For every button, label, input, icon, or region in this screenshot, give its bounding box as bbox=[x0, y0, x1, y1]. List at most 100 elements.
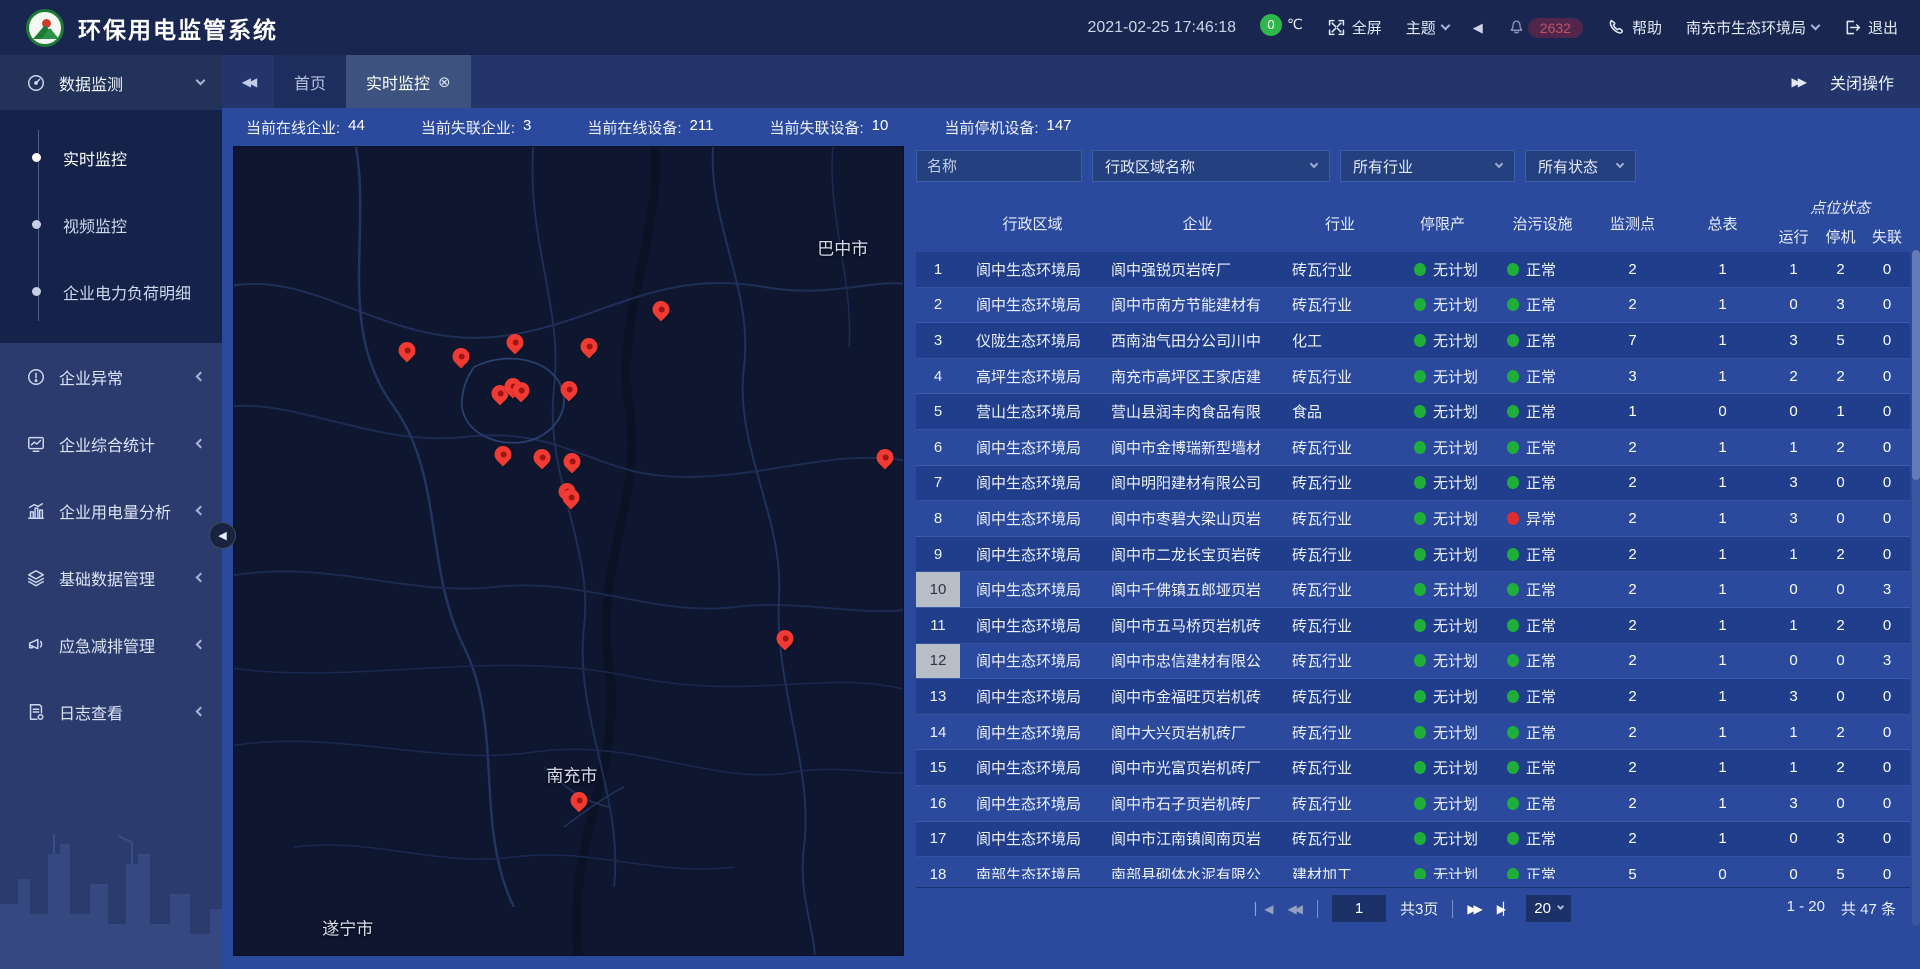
sidebar-item-base-data-management[interactable]: 基础数据管理 bbox=[0, 544, 222, 611]
map-pin-icon[interactable] bbox=[776, 630, 793, 647]
org-dropdown[interactable]: 南充市生态环境局 bbox=[1686, 17, 1819, 38]
map-pin-icon[interactable] bbox=[513, 382, 530, 399]
table-row[interactable]: 11 阆中生态环境局 阆中市五马桥页岩机砖 砖瓦行业 无计划 正常 bbox=[916, 608, 1910, 644]
map-pin-icon[interactable] bbox=[563, 453, 580, 470]
cell-limit: 无计划 bbox=[1390, 394, 1495, 429]
table-row[interactable]: 6 阆中生态环境局 阆中市金博瑞新型墙材 砖瓦行业 无计划 正常 bbox=[916, 430, 1910, 466]
cell-meters: 1 bbox=[1675, 430, 1770, 465]
map-panel[interactable]: 巴中市 南充市 遂宁市 bbox=[233, 146, 904, 956]
status-dot-icon bbox=[1414, 441, 1426, 454]
help-button[interactable]: 帮助 bbox=[1607, 17, 1662, 38]
cell-stop: 1 bbox=[1817, 394, 1864, 429]
cell-stop: 2 bbox=[1817, 537, 1864, 572]
org-name: 南充市生态环境局 bbox=[1686, 17, 1806, 38]
chevron-left-icon bbox=[196, 707, 206, 717]
next-page-button[interactable]: ▶▶ bbox=[1467, 902, 1482, 916]
cell-meters: 1 bbox=[1675, 466, 1770, 501]
table-row[interactable]: 8 阆中生态环境局 阆中市枣碧大梁山页岩 砖瓦行业 无计划 异常 bbox=[916, 501, 1910, 537]
table-row[interactable]: 12 阆中生态环境局 阆中市忠信建材有限公 砖瓦行业 无计划 正常 bbox=[916, 644, 1910, 680]
map-pin-icon[interactable] bbox=[653, 301, 670, 318]
page-number-input[interactable]: 1 bbox=[1332, 895, 1386, 922]
map-pin-icon[interactable] bbox=[494, 446, 511, 463]
region-filter-select[interactable]: 行政区域名称 bbox=[1092, 150, 1330, 182]
sidebar-item-company-statistics[interactable]: 企业综合统计 bbox=[0, 410, 222, 477]
cell-meters: 1 bbox=[1675, 288, 1770, 323]
table-row[interactable]: 3 仪陇生态环境局 西南油气田分公司川中 化工 无计划 正常 bbox=[916, 323, 1910, 359]
sidebar-item-video-monitor[interactable]: 视频监控 bbox=[0, 191, 222, 258]
first-page-button[interactable]: ◀ bbox=[1255, 902, 1273, 916]
table-row[interactable]: 2 阆中生态环境局 阆中市南方节能建材有 砖瓦行业 无计划 正常 bbox=[916, 288, 1910, 324]
map-pin-icon[interactable] bbox=[506, 334, 523, 351]
sidebar-group-data-monitoring[interactable]: 数据监测 bbox=[0, 55, 222, 110]
sidebar-item-power-usage-analysis[interactable]: 企业用电量分析 bbox=[0, 477, 222, 544]
table-row[interactable]: 10 阆中生态环境局 阆中千佛镇五郎垭页岩 砖瓦行业 无计划 正常 bbox=[916, 572, 1910, 608]
map-pin-icon[interactable] bbox=[571, 792, 588, 809]
cell-stop: 0 bbox=[1817, 644, 1864, 679]
cell-run: 0 bbox=[1770, 394, 1817, 429]
notifications-button[interactable]: 2632 bbox=[1507, 18, 1583, 38]
table-row[interactable]: 18 南部生态环境局 南部县砌体水泥有限公 建材加工 无计划 正常 bbox=[916, 857, 1910, 879]
datetime: 2021-02-25 17:46:18 bbox=[1087, 19, 1236, 37]
logout-button[interactable]: 退出 bbox=[1843, 17, 1898, 38]
tabs-scroll-right-button[interactable]: ▶▶ bbox=[1792, 75, 1804, 89]
table-row[interactable]: 5 营山生态环境局 营山县润丰肉食品有限 食品 无计划 正常 bbox=[916, 394, 1910, 430]
status-filter-select[interactable]: 所有状态 bbox=[1525, 150, 1636, 182]
sidebar-item-realtime-monitor[interactable]: 实时监控 bbox=[0, 124, 222, 191]
sidebar-collapse-button[interactable]: ◀ bbox=[209, 522, 236, 549]
prev-page-button[interactable]: ◀◀ bbox=[1288, 902, 1303, 916]
cell-industry: 砖瓦行业 bbox=[1290, 252, 1390, 287]
map-pin-icon[interactable] bbox=[581, 338, 598, 355]
fullscreen-button[interactable]: 全屏 bbox=[1327, 17, 1382, 38]
cell-limit: 无计划 bbox=[1390, 466, 1495, 501]
table-row[interactable]: 7 阆中生态环境局 阆中明阳建材有限公司 砖瓦行业 无计划 正常 bbox=[916, 466, 1910, 502]
table-header: 行政区域 企业 行业 停限产 治污设施 监测点 总表 点位状态 运行 停机 失联 bbox=[916, 194, 1910, 252]
cell-industry: 化工 bbox=[1290, 323, 1390, 358]
map-pin-icon[interactable] bbox=[876, 449, 893, 466]
industry-filter-select[interactable]: 所有行业 bbox=[1340, 150, 1515, 182]
tabs-scroll-left-button[interactable]: ◀◀ bbox=[222, 55, 274, 108]
cell-facility: 正常 bbox=[1495, 430, 1590, 465]
stat-lost-devices: 当前失联设备:10 bbox=[769, 117, 888, 138]
sidebar-item-log-view[interactable]: 日志查看 bbox=[0, 678, 222, 745]
close-operations-button[interactable]: 关闭操作 bbox=[1830, 70, 1894, 94]
table-row[interactable]: 15 阆中生态环境局 阆中市光富页岩机砖厂 砖瓦行业 无计划 正常 bbox=[916, 750, 1910, 786]
table-row[interactable]: 14 阆中生态环境局 阆中大兴页岩机砖厂 砖瓦行业 无计划 正常 bbox=[916, 715, 1910, 751]
status-dot-icon bbox=[1507, 726, 1519, 739]
sidebar-item-company-anomaly[interactable]: 企业异常 bbox=[0, 343, 222, 410]
table-row[interactable]: 16 阆中生态环境局 阆中市石子页岩机砖厂 砖瓦行业 无计划 正常 bbox=[916, 786, 1910, 822]
mute-button[interactable]: ◀ bbox=[1473, 20, 1483, 36]
map-pin-icon[interactable] bbox=[534, 449, 551, 466]
phone-icon bbox=[1607, 18, 1626, 37]
cell-stop: 0 bbox=[1817, 466, 1864, 501]
map-pin-icon[interactable] bbox=[563, 489, 580, 506]
cell-company: 南充市高坪区王家店建 bbox=[1105, 359, 1290, 394]
cell-industry: 砖瓦行业 bbox=[1290, 715, 1390, 750]
status-dot-icon bbox=[1507, 405, 1519, 418]
tab-realtime-monitor[interactable]: 实时监控 ⊗ bbox=[346, 55, 471, 108]
close-tab-icon[interactable]: ⊗ bbox=[438, 73, 451, 91]
table-row[interactable]: 9 阆中生态环境局 阆中市二龙长宝页岩砖 砖瓦行业 无计划 正常 bbox=[916, 537, 1910, 573]
table-row[interactable]: 13 阆中生态环境局 阆中市金福旺页岩机砖 砖瓦行业 无计划 正常 bbox=[916, 679, 1910, 715]
map-pin-icon[interactable] bbox=[399, 342, 416, 359]
timeline-dot-icon bbox=[32, 287, 41, 296]
table-row[interactable]: 17 阆中生态环境局 阆中市江南镇阆南页岩 砖瓦行业 无计划 正常 bbox=[916, 822, 1910, 858]
cell-limit: 无计划 bbox=[1390, 786, 1495, 821]
chevron-down-icon bbox=[1495, 160, 1503, 168]
sidebar-item-label: 基础数据管理 bbox=[59, 566, 155, 590]
map-pin-icon[interactable] bbox=[453, 348, 470, 365]
sidebar-submenu: 实时监控 视频监控 企业电力负荷明细 bbox=[0, 110, 222, 343]
theme-dropdown[interactable]: 主题 bbox=[1406, 17, 1449, 38]
cell-facility: 正常 bbox=[1495, 679, 1590, 714]
sidebar-item-label: 企业电力负荷明细 bbox=[63, 280, 191, 304]
table-scrollbar[interactable] bbox=[1912, 250, 1920, 926]
cell-lost: 0 bbox=[1864, 857, 1910, 879]
table-row[interactable]: 4 高坪生态环境局 南充市高坪区王家店建 砖瓦行业 无计划 正常 bbox=[916, 359, 1910, 395]
sidebar-item-emergency-reduction[interactable]: 应急减排管理 bbox=[0, 611, 222, 678]
map-pin-icon[interactable] bbox=[561, 381, 578, 398]
sidebar-item-power-load-detail[interactable]: 企业电力负荷明细 bbox=[0, 258, 222, 325]
last-page-button[interactable]: ▶▏ bbox=[1497, 902, 1512, 916]
tab-home[interactable]: 首页 bbox=[274, 55, 346, 108]
page-size-select[interactable]: 20 bbox=[1526, 895, 1571, 922]
name-filter-input[interactable] bbox=[916, 150, 1082, 182]
table-row[interactable]: 1 阆中生态环境局 阆中强锐页岩砖厂 砖瓦行业 无计划 正常 bbox=[916, 252, 1910, 288]
